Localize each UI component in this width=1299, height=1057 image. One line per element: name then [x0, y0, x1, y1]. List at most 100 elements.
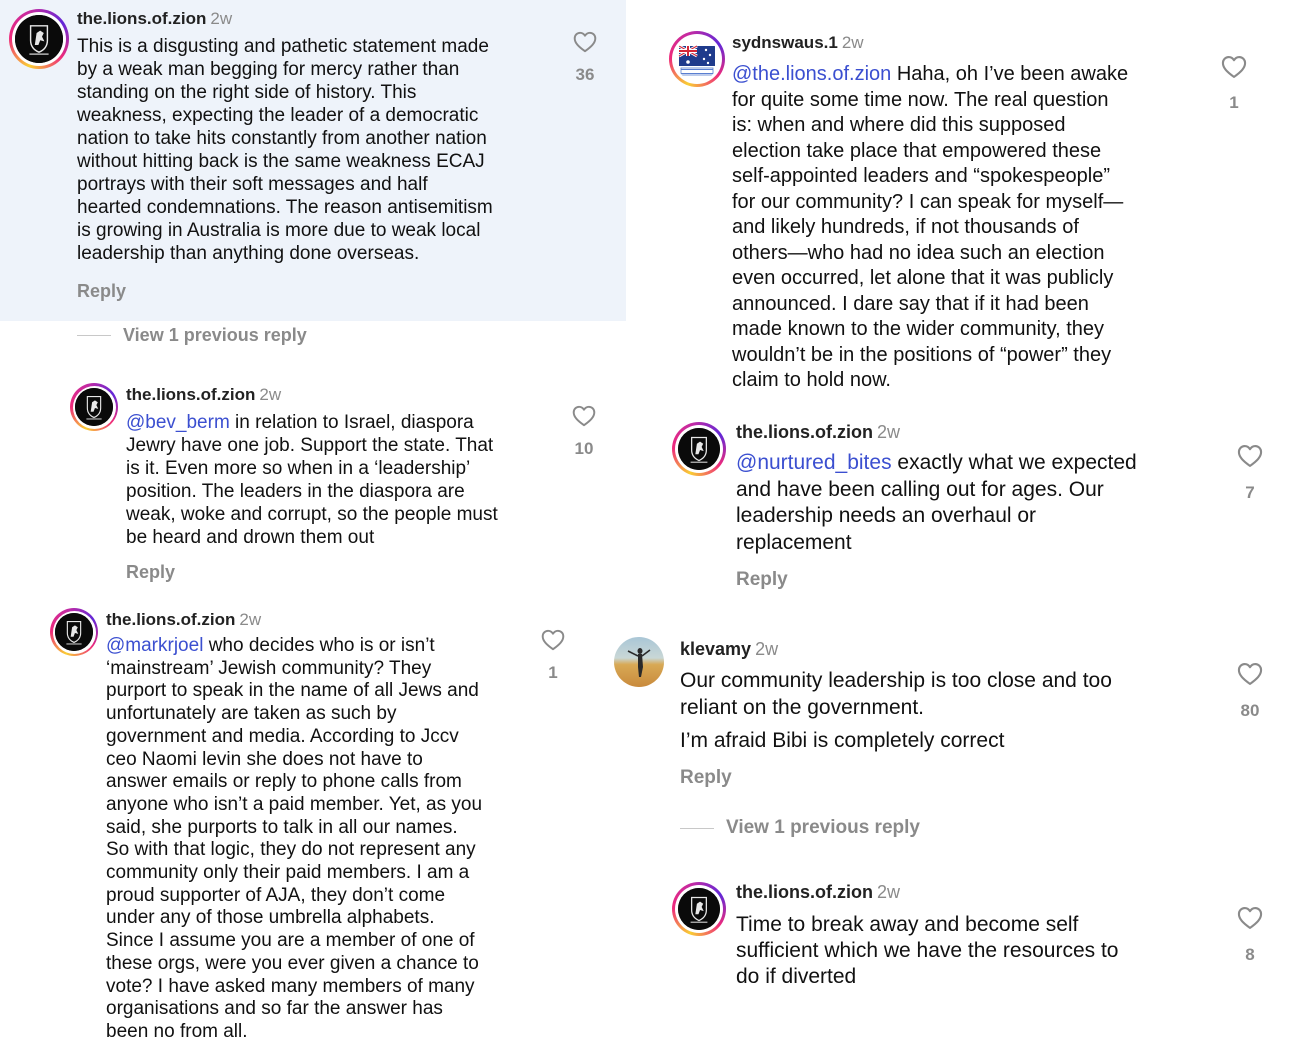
view-previous-label: View 1 previous reply: [726, 817, 920, 838]
timestamp: 2w: [877, 422, 901, 442]
comment-line: wouldn’t be in the positions of “power” …: [732, 343, 1112, 366]
comment-line: answer emails or reply to phone calls fr…: [106, 771, 462, 793]
comment-line: is: when and where did this supposed: [732, 114, 1066, 136]
comment-line: others—who had no idea such an election: [732, 241, 1105, 264]
view-previous-replies[interactable]: View 1 previous reply: [680, 817, 920, 839]
comment-text: @nurtured_bites exactly what we expected…: [736, 450, 1206, 556]
avatar[interactable]: [9, 9, 69, 69]
comment-line: This is a disgusting and pathetic statem…: [77, 36, 489, 57]
person-photo-icon: [627, 648, 651, 677]
mention-link[interactable]: @markrjoel: [106, 635, 203, 656]
timestamp: 2w: [259, 385, 282, 404]
comment-line: portrays with their soft messages and ha…: [77, 174, 428, 195]
timestamp: 2w: [210, 9, 233, 28]
avatar[interactable]: [669, 31, 725, 87]
comment-text: @bev_berm in relation to Israel, diaspor…: [126, 411, 556, 549]
comment-line: unfortunately are taken as such by: [106, 703, 397, 725]
comment-line: made known to the wider community, they: [732, 318, 1105, 340]
like-count: 80: [1240, 701, 1260, 720]
comment-line: and likely hundreds, if not thousands of: [732, 216, 1079, 238]
comment-line: and have been calling out for ages. Our: [736, 477, 1104, 501]
mention-link[interactable]: @bev_berm: [126, 412, 230, 433]
username[interactable]: the.lions.of.zion: [126, 385, 255, 404]
username[interactable]: the.lions.of.zion: [77, 9, 206, 28]
username[interactable]: the.lions.of.zion: [736, 422, 873, 442]
comment-second-paragraph: I’m afraid Bibi is completely correct: [680, 729, 1005, 752]
heart-icon[interactable]: [1220, 53, 1248, 81]
comment-line: under any of those umbrella alphabets.: [106, 907, 435, 929]
comment-line: proud supporter of AJA, they don’t come: [106, 884, 446, 906]
mention-link[interactable]: @nurtured_bites: [736, 451, 892, 474]
comment-line: Jewry have one job. Support the state. T…: [126, 435, 494, 456]
comment-first-line: in relation to Israel, diaspora: [229, 412, 474, 433]
avatar[interactable]: [70, 383, 118, 431]
comment-line: self-appointed leaders and “spokespeople…: [732, 165, 1111, 187]
comment-line: by a weak man begging for mercy rather t…: [77, 59, 460, 80]
username[interactable]: klevamy: [680, 639, 751, 659]
comment-lions-of-zion-3: the.lions.of.zion 2w @markrjoel who decid…: [0, 604, 626, 1057]
comment-lions-of-zion-2: the.lions.of.zion 2w @bev_berm in relatio…: [0, 378, 626, 588]
heart-icon[interactable]: [571, 403, 597, 429]
comment-line: do if diverted: [736, 965, 857, 988]
comment-klevamy: klevamy 2w Our community leadership is to…: [614, 634, 1299, 794]
divider-line: [77, 335, 111, 336]
reply-button[interactable]: Reply: [736, 569, 788, 591]
comment-line: leadership than anything done overseas.: [77, 243, 420, 264]
comment-text: This is a disgusting and pathetic statem…: [77, 35, 557, 265]
heart-icon[interactable]: [1236, 904, 1264, 932]
comment-line: Since I assume you are a member of one o…: [106, 930, 475, 952]
comment-line: vote? I have asked many members of many: [106, 975, 475, 997]
username[interactable]: the.lions.of.zion: [106, 610, 235, 629]
comment-line: is growing in Australia is more due to w…: [77, 220, 481, 241]
comment-line: ‘mainstream’ Jewish community? They: [106, 657, 432, 679]
mention-link[interactable]: @the.lions.of.zion: [732, 63, 891, 85]
heart-icon[interactable]: [540, 627, 566, 653]
heart-icon[interactable]: [572, 29, 598, 55]
like-count: 1: [1229, 93, 1239, 112]
australia-flag-icon: [675, 37, 719, 81]
timestamp: 2w: [755, 639, 779, 659]
comment-line: ceo Naomi levin she does not have to: [106, 748, 423, 770]
avatar[interactable]: [672, 422, 726, 476]
comment-lions-of-zion-5: the.lions.of.zion 2w Time to break away a…: [626, 879, 1299, 1019]
reply-button[interactable]: Reply: [77, 281, 126, 302]
comment-first-line: exactly what we expected: [891, 451, 1137, 474]
heart-icon[interactable]: [1236, 442, 1264, 470]
heart-icon[interactable]: [1236, 660, 1264, 688]
comment-line: community only their paid members. I am …: [106, 862, 470, 884]
timestamp: 2w: [841, 33, 864, 52]
view-previous-replies[interactable]: View 1 previous reply: [77, 325, 307, 346]
comment-line: without hitting back is the same weaknes…: [77, 151, 485, 172]
comment-line: been no from all.: [106, 1020, 248, 1042]
comment-line: Our community leadership is too close an…: [680, 669, 1112, 692]
like-count: 10: [574, 439, 594, 458]
comment-line: leadership needs an overhaul or: [736, 504, 1037, 527]
lion-crest-icon: [15, 15, 63, 63]
comment-line: standing on the right side of history. T…: [77, 82, 417, 103]
comment-line: is it. Even more so when in a ‘leadershi…: [126, 458, 471, 479]
comment-line: for our community? I can speak for mysel…: [732, 190, 1124, 213]
username[interactable]: sydnswaus.1: [732, 33, 838, 52]
comment-first-line: who decides who is or isn’t: [203, 635, 435, 656]
comment-line: these orgs, were you ever given a chance…: [106, 952, 479, 974]
comment-line: organisations and so far the answer has: [106, 998, 443, 1020]
reply-button[interactable]: Reply: [126, 562, 175, 583]
comment-line: Time to break away and become self: [736, 913, 1079, 936]
comment-line: purport to speak in the name of all Jews…: [106, 680, 479, 702]
comment-line: sufficient which we have the resources t…: [736, 939, 1119, 962]
view-previous-label: View 1 previous reply: [123, 325, 307, 345]
like-count: 7: [1245, 483, 1255, 502]
lion-crest-icon: [55, 613, 93, 651]
comment-first-line: Haha, oh I’ve been awake: [891, 63, 1129, 85]
comment-line: claim to hold now.: [732, 369, 891, 391]
avatar[interactable]: [672, 882, 726, 936]
avatar[interactable]: [614, 637, 664, 687]
avatar[interactable]: [50, 608, 98, 656]
reply-button[interactable]: Reply: [680, 767, 732, 789]
timestamp: 2w: [239, 610, 262, 629]
username[interactable]: the.lions.of.zion: [736, 882, 873, 902]
comment-lions-of-zion-4: the.lions.of.zion 2w @nurtured_bites exac…: [626, 418, 1299, 598]
comment-line: weak, woke and corrupt, so the people mu…: [126, 504, 498, 525]
comment-lions-of-zion-1: the.lions.of.zion 2w This is a disgusting…: [0, 0, 626, 321]
comment-line: for quite some time now. The real questi…: [732, 88, 1109, 111]
